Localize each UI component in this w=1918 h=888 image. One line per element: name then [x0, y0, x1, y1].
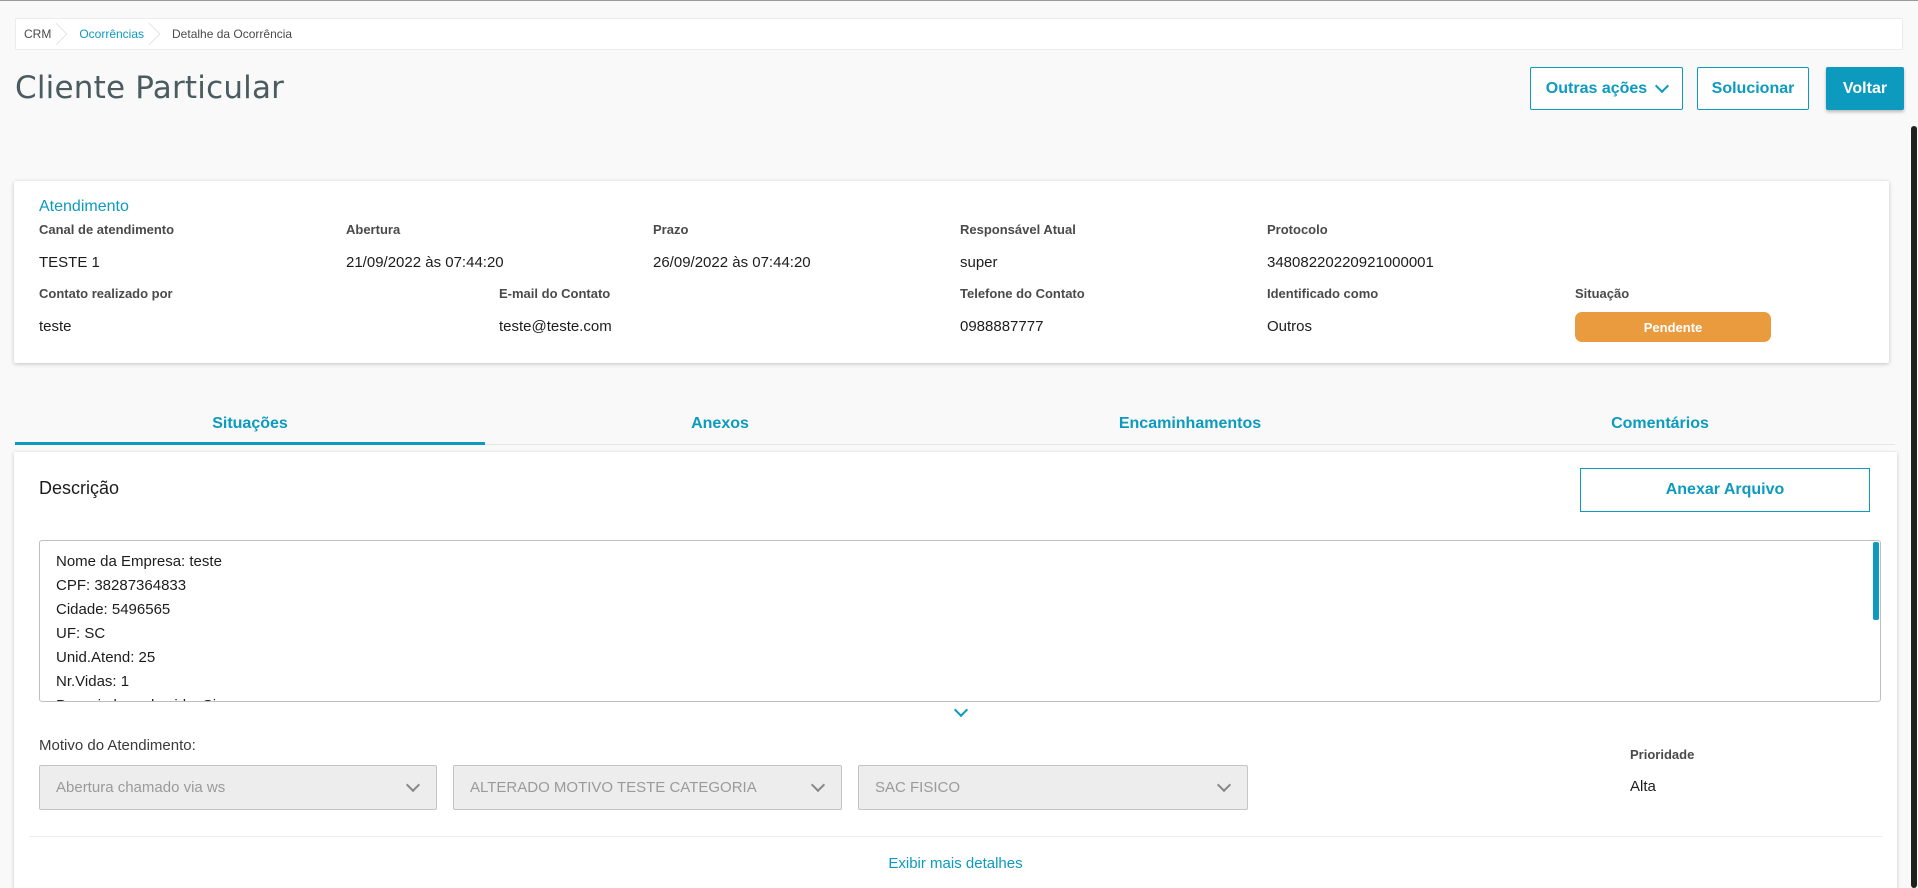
- resolve-button[interactable]: Solucionar: [1697, 67, 1809, 110]
- description-line: Cidade: 5496565: [56, 601, 171, 618]
- breadcrumb-item-current: Detalhe da Ocorrência: [156, 19, 304, 49]
- responsavel-value: super: [960, 254, 998, 271]
- attach-file-label: Anexar Arquivo: [1665, 481, 1785, 498]
- tab-anexos[interactable]: Anexos: [485, 403, 955, 444]
- breadcrumb: CRM Ocorrências Detalhe da Ocorrência: [15, 18, 1903, 50]
- tab-situacoes[interactable]: Situações: [15, 403, 485, 445]
- other-actions-label: Outras ações: [1545, 79, 1648, 97]
- motivo-select-2[interactable]: ALTERADO MOTIVO TESTE CATEGORIA: [453, 765, 842, 810]
- motivo-label: Motivo do Atendimento:: [39, 737, 196, 754]
- motivo-select-3[interactable]: SAC FISICO: [858, 765, 1248, 810]
- description-title: Descrição: [39, 478, 120, 498]
- chevron-down-icon: [1216, 777, 1232, 793]
- expand-chevron-icon[interactable]: [953, 702, 969, 718]
- responsavel-label: Responsável Atual: [960, 222, 1076, 237]
- abertura-value: 21/09/2022 às 07:44:20: [346, 254, 504, 271]
- protocolo-value: 34808220220921000001: [1267, 254, 1434, 271]
- description-line: CPF: 38287364833: [56, 577, 187, 594]
- description-line: UF: SC: [56, 625, 106, 642]
- description-line: Nr.Vidas: 1: [56, 673, 130, 690]
- contato-label: Contato realizado por: [39, 286, 173, 301]
- prazo-label: Prazo: [653, 222, 689, 237]
- telefone-label: Telefone do Contato: [960, 286, 1085, 301]
- tab-bar: Situações Anexos Encaminhamentos Comentá…: [15, 403, 1895, 445]
- description-textarea[interactable]: Nome da Empresa: teste CPF: 38287364833 …: [39, 540, 1881, 702]
- tab-comentarios[interactable]: Comentários: [1425, 403, 1895, 444]
- motivo-select-1[interactable]: Abertura chamado via ws: [39, 765, 437, 810]
- breadcrumb-label: Ocorrências: [79, 27, 145, 41]
- protocolo-label: Protocolo: [1267, 222, 1328, 237]
- back-label: Voltar: [1842, 79, 1888, 97]
- email-label: E-mail do Contato: [499, 286, 611, 301]
- breadcrumb-label: Detalhe da Ocorrência: [172, 27, 293, 41]
- description-line: Unid.Atend: 25: [56, 649, 156, 666]
- breadcrumb-label: CRM: [24, 27, 52, 41]
- telefone-value: 0988887777: [960, 318, 1044, 335]
- chevron-down-icon: [1655, 78, 1670, 94]
- top-border: [0, 0, 1918, 1]
- other-actions-button[interactable]: Outras ações: [1530, 67, 1683, 110]
- chevron-down-icon: [810, 777, 826, 793]
- prazo-value: 26/09/2022 às 07:44:20: [653, 254, 811, 271]
- attach-file-button[interactable]: Anexar Arquivo: [1580, 468, 1870, 512]
- show-more-details-link[interactable]: Exibir mais detalhes: [14, 855, 1897, 872]
- atendimento-title: Atendimento: [39, 198, 129, 215]
- description-text: Nome da Empresa: teste CPF: 38287364833 …: [56, 550, 229, 701]
- textarea-scrollbar[interactable]: [1873, 542, 1879, 620]
- situacoes-panel: Descrição Anexar Arquivo Nome da Empresa…: [14, 452, 1897, 888]
- canal-label: Canal de atendimento: [39, 222, 175, 237]
- identificado-label: Identificado como: [1267, 286, 1379, 301]
- contato-value: teste: [39, 318, 72, 335]
- canal-value: TESTE 1: [39, 254, 100, 271]
- divider: [29, 836, 1882, 837]
- page-title: Cliente Particular: [15, 70, 285, 106]
- chevron-down-icon: [405, 777, 421, 793]
- motivo-select-3-value: SAC FISICO: [875, 779, 961, 796]
- breadcrumb-item-crm[interactable]: CRM: [16, 19, 68, 49]
- email-value: teste@teste.com: [499, 318, 612, 335]
- page-scrollbar-thumb[interactable]: [1911, 126, 1917, 888]
- identificado-value: Outros: [1267, 318, 1313, 335]
- status-badge: Pendente: [1575, 312, 1771, 342]
- description-line: Possui plano de vida: Sim: [56, 694, 229, 701]
- description-line: Nome da Empresa: teste: [56, 553, 222, 570]
- resolve-label: Solucionar: [1711, 79, 1795, 97]
- situacao-label: Situação: [1575, 286, 1630, 301]
- back-button[interactable]: Voltar: [1826, 67, 1904, 110]
- priority-value: Alta: [1630, 778, 1656, 795]
- abertura-label: Abertura: [346, 222, 401, 237]
- breadcrumb-item-ocorrencias[interactable]: Ocorrências: [63, 19, 161, 49]
- priority-label: Prioridade: [1630, 747, 1695, 762]
- tab-encaminhamentos[interactable]: Encaminhamentos: [955, 403, 1425, 444]
- motivo-select-2-value: ALTERADO MOTIVO TESTE CATEGORIA: [470, 779, 757, 796]
- motivo-select-1-value: Abertura chamado via ws: [56, 779, 226, 796]
- atendimento-card: Atendimento Canal de atendimento TESTE 1…: [14, 181, 1889, 363]
